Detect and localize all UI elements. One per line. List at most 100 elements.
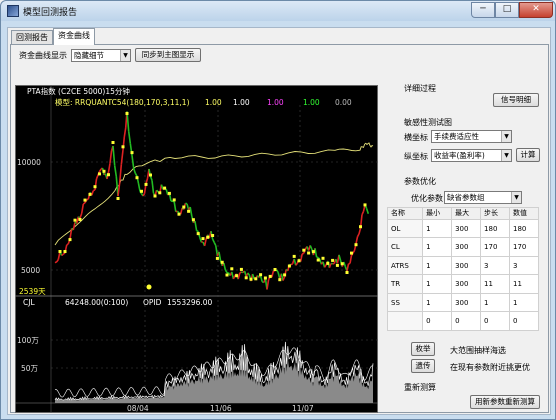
equity-chart[interactable]: PTA指数 (C2CE 5000)15分钟 模型: RRQUANTC54(180… bbox=[15, 85, 378, 413]
param-value-cell[interactable]: 1 bbox=[422, 274, 453, 294]
tab-backtest-report[interactable]: 回测报告 bbox=[11, 30, 53, 45]
table-row[interactable]: CL 1 300 170 170 bbox=[386, 237, 540, 257]
y-axis-select[interactable]: 收益率(盈利率) ▼ bbox=[431, 149, 512, 162]
curve-display-select[interactable]: 隐藏细节 ▼ bbox=[71, 49, 131, 62]
genetic-button[interactable]: 遗传 bbox=[411, 359, 435, 373]
signal-marker bbox=[316, 258, 320, 262]
param-value-cell[interactable]: 11 bbox=[508, 274, 540, 294]
column-header: 数值 bbox=[508, 207, 540, 220]
param-value-cell[interactable]: 3 bbox=[508, 255, 540, 276]
param-value-cell[interactable]: 3 bbox=[480, 255, 510, 276]
price-segment bbox=[120, 149, 124, 165]
signal-marker bbox=[225, 273, 229, 277]
price-segment bbox=[213, 242, 217, 246]
param-value-cell[interactable]: 300 bbox=[451, 218, 482, 239]
tab-equity-curve[interactable]: 资金曲线 bbox=[53, 28, 95, 45]
calculate-button[interactable]: 计算 bbox=[516, 148, 540, 162]
signal-marker bbox=[73, 218, 77, 222]
signal-marker bbox=[88, 192, 92, 196]
signal-marker bbox=[220, 260, 224, 264]
price-segment bbox=[194, 220, 198, 231]
retest-button[interactable]: 用新参数重新测算 bbox=[470, 395, 540, 409]
param-value-cell[interactable]: 0 bbox=[480, 311, 510, 331]
sync-main-chart-button[interactable]: 同步到主图显示 bbox=[135, 48, 201, 62]
param-value-cell[interactable]: 300 bbox=[451, 237, 482, 257]
param-value-cell[interactable]: 1 bbox=[422, 237, 453, 257]
signal-marker bbox=[116, 197, 120, 200]
maximize-button[interactable]: □ bbox=[495, 2, 519, 18]
param-value-cell[interactable]: 1 bbox=[480, 292, 510, 313]
price-segment bbox=[86, 198, 89, 201]
param-value-cell[interactable]: 180 bbox=[480, 218, 510, 239]
param-name-cell: TR bbox=[386, 274, 424, 294]
column-header: 最小 bbox=[422, 207, 453, 220]
param-value-cell[interactable]: 170 bbox=[508, 237, 540, 257]
param-value-cell[interactable]: 11 bbox=[480, 274, 510, 294]
price-segment bbox=[358, 228, 362, 235]
opid-label: OPID bbox=[143, 298, 162, 307]
param-value-cell[interactable]: 0 bbox=[451, 311, 482, 331]
param-name-cell: SS bbox=[386, 292, 424, 313]
param-table[interactable]: 名称 最小 最大 步长 数值 OL 1 300 180 180 CL 1 300 170 170 A… bbox=[386, 207, 540, 331]
table-row[interactable]: TR 1 300 11 11 bbox=[386, 274, 540, 294]
signal-marker bbox=[215, 256, 219, 260]
retest-section-title: 重新测算 bbox=[404, 383, 436, 392]
optimize-param-select[interactable]: 缺省参数组 ▼ bbox=[444, 191, 522, 204]
model-value: 1.00 bbox=[303, 98, 320, 107]
signal-marker bbox=[58, 250, 62, 253]
param-value-cell[interactable]: 1 bbox=[422, 292, 453, 313]
price-segment bbox=[109, 150, 113, 164]
param-value-cell[interactable]: 1 bbox=[422, 255, 453, 276]
close-button[interactable]: ✕ bbox=[519, 2, 553, 18]
price-series bbox=[54, 111, 370, 290]
price-segment bbox=[66, 243, 69, 246]
x-axis-select[interactable]: 手续费适应性 ▼ bbox=[431, 130, 512, 143]
model-value: 1.00 bbox=[267, 98, 284, 107]
x-label-1107: 11/07 bbox=[292, 404, 314, 413]
price-segment bbox=[80, 203, 85, 214]
price-segment bbox=[323, 264, 327, 268]
y-axis-select-label: 纵坐标 bbox=[404, 152, 428, 161]
signal-marker bbox=[278, 278, 282, 282]
table-row[interactable]: 0000 bbox=[386, 311, 540, 331]
title-bar[interactable]: 模型回测报告 ─ □ ✕ bbox=[1, 1, 555, 21]
signal-marker bbox=[297, 259, 301, 263]
days-label: 2539天 bbox=[19, 287, 46, 296]
param-value-cell[interactable]: 1 bbox=[422, 218, 453, 239]
opid-value: 1553296.00 bbox=[167, 298, 213, 307]
minimize-button[interactable]: ─ bbox=[471, 2, 495, 18]
param-value-cell[interactable]: 170 bbox=[480, 237, 510, 257]
signal-marker bbox=[63, 250, 67, 253]
volume-area bbox=[55, 354, 373, 403]
signal-marker bbox=[363, 203, 367, 207]
param-value-cell[interactable]: 1 bbox=[508, 292, 540, 313]
signal-detail-button[interactable]: 信号明细 bbox=[493, 93, 539, 107]
exhaust-button[interactable]: 枚举 bbox=[411, 342, 435, 356]
signal-marker bbox=[93, 185, 97, 189]
chevron-down-icon: ▼ bbox=[120, 50, 130, 61]
param-value-cell[interactable]: 180 bbox=[508, 218, 540, 239]
price-segment bbox=[69, 228, 73, 240]
signal-marker bbox=[335, 263, 339, 267]
signal-marker bbox=[177, 212, 181, 216]
price-segment bbox=[343, 261, 347, 268]
param-value-cell[interactable]: 300 bbox=[451, 274, 482, 294]
price-segment bbox=[301, 252, 305, 255]
table-row[interactable]: OL 1 300 180 180 bbox=[386, 218, 540, 239]
price-segment bbox=[98, 168, 102, 173]
table-row[interactable]: SS 1 300 1 1 bbox=[386, 292, 540, 313]
signal-marker bbox=[68, 238, 72, 242]
param-name-cell: OL bbox=[386, 218, 424, 239]
param-value-cell[interactable]: 0 bbox=[508, 311, 540, 331]
param-value-cell[interactable]: 0 bbox=[422, 311, 453, 331]
param-value-cell[interactable]: 300 bbox=[451, 255, 482, 276]
price-segment bbox=[160, 184, 164, 190]
signal-marker bbox=[307, 251, 311, 255]
price-segment bbox=[137, 183, 141, 192]
price-segment bbox=[199, 237, 203, 243]
signal-marker bbox=[230, 267, 234, 271]
table-row[interactable]: ATRS 1 300 3 3 bbox=[386, 255, 540, 276]
signal-marker bbox=[254, 277, 258, 281]
param-value-cell[interactable]: 300 bbox=[451, 292, 482, 313]
price-segment bbox=[151, 180, 155, 194]
